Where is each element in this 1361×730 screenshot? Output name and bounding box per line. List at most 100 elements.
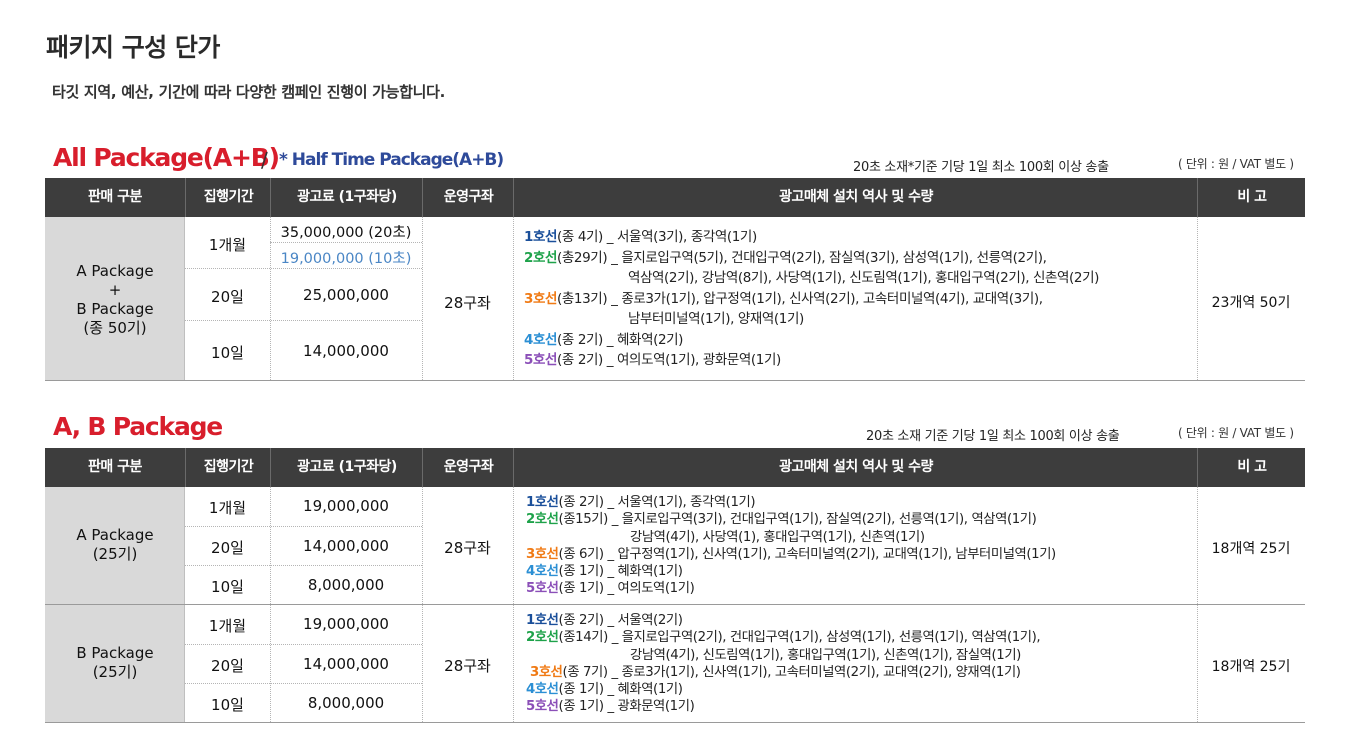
th-stations: 광고매체 설치 역사 및 수량 xyxy=(513,448,1198,487)
section1-half-title: * Half Time Package(A+B) xyxy=(279,150,504,170)
table-bottom-rule xyxy=(45,380,1305,381)
line-1-label: 1호선 xyxy=(526,495,559,510)
station-line-2: 2호선(총29기) _ 을지로입구역(5기), 건대입구역(2기), 잠실역(3… xyxy=(524,248,1099,269)
package-label-b: B Package (25기) xyxy=(45,644,185,682)
line-3-label: 3호선 xyxy=(526,546,559,562)
line-4-stations: (종 2기) _ 혜화역(2기) xyxy=(557,331,684,348)
period-1m: 1개월 xyxy=(208,617,247,635)
package-label: A Package + B Package (종 50기) xyxy=(45,262,185,338)
line-3-stations: (종 7기) _ 종로3가(1기), 신사역(1기), 고속터미널역(2기), … xyxy=(562,664,1021,680)
line-2-stations-cont: 역삼역(2기), 강남역(8기), 사당역(1기), 신도림역(1기), 홍대입… xyxy=(628,270,1099,286)
period-1m: 1개월 xyxy=(208,236,247,254)
line-5-stations: (종 2기) _ 여의도역(1기), 광화문역(1기) xyxy=(557,352,781,368)
line-5-label: 5호선 xyxy=(524,352,558,368)
line-1-stations: (종 4기) _ 서울역(3기), 종각역(1기) xyxy=(557,229,757,245)
divider xyxy=(270,487,271,722)
th-price: 광고료 (1구좌당) xyxy=(270,178,423,217)
line-3-stations: (총13기) _ 종로3가(1기), 압구정역(1기), 신사역(2기), 고속… xyxy=(557,290,1043,307)
price-10d: 14,000,000 xyxy=(303,342,389,360)
divider xyxy=(185,320,422,321)
divider xyxy=(1197,487,1198,722)
period-20d: 20일 xyxy=(211,657,244,675)
section1-unit: ( 단위 : 원 / VAT 별도 ) xyxy=(1178,157,1294,171)
ab-package-table: 판매 구분 집행기간 광고료 (1구좌당) 운영구좌 광고매체 설치 역사 및 … xyxy=(45,448,1305,724)
row-separator xyxy=(45,604,1305,605)
slots: 28구좌 xyxy=(444,294,491,312)
remark: 18개역 25기 xyxy=(1211,541,1291,557)
section1-title: All Package(A+B) xyxy=(53,143,280,172)
remark: 23개역 50기 xyxy=(1211,295,1291,311)
table-bottom-rule xyxy=(45,722,1305,723)
period-20d: 20일 xyxy=(211,539,244,557)
line-4-label: 4호선 xyxy=(526,564,559,580)
line-4-stations: (종 1기) _ 혜화역(1기) xyxy=(558,564,683,580)
station-line-3-cont: 남부터미널역(1기), 양재역(1기) xyxy=(524,309,1099,330)
th-remark: 비 고 xyxy=(1197,448,1306,487)
section2-unit: ( 단위 : 원 / VAT 별도 ) xyxy=(1178,426,1294,440)
period-20d: 20일 xyxy=(211,288,244,306)
line-5-label: 5호선 xyxy=(526,699,559,715)
line-2-stations: (종14기) _ 을지로입구역(2기), 건대입구역(1기), 삼성역(1기),… xyxy=(558,630,1041,646)
package-name-a: A Package xyxy=(76,262,154,280)
th-slots: 운영구좌 xyxy=(422,178,514,217)
line-5-stations: (종 1기) _ 여의도역(1기) xyxy=(558,581,695,597)
station-list-b: 1호선(종 2기) _ 서울역(2기) 2호선(종14기) _ 을지로입구역(2… xyxy=(526,612,1041,716)
table-header: 판매 구분 집행기간 광고료 (1구좌당) 운영구좌 광고매체 설치 역사 및 … xyxy=(45,448,1305,487)
line-5-stations: (종 1기) _ 광화문역(1기) xyxy=(558,699,695,715)
station-list: 1호선(종 4기) _ 서울역(3기), 종각역(1기) 2호선(총29기) _… xyxy=(524,227,1099,371)
divider xyxy=(513,487,514,722)
page-subtitle: 타깃 지역, 예산, 기간에 따라 다양한 캠페인 진행이 가능합니다. xyxy=(52,83,446,101)
line-1-stations: (종 2기) _ 서울역(2기) xyxy=(558,613,683,628)
period-10d: 10일 xyxy=(211,344,244,362)
section2-title: A, B Package xyxy=(53,412,223,441)
price-1m-20s: 35,000,000 (20초) xyxy=(280,225,412,241)
th-period: 집행기간 xyxy=(185,178,271,217)
period-10d: 10일 xyxy=(211,696,244,714)
line-3-stations-cont: 남부터미널역(1기), 양재역(1기) xyxy=(628,311,804,327)
price-1m: 19,000,000 xyxy=(303,615,389,633)
package-name: B Package xyxy=(76,644,154,662)
line-1-label: 1호선 xyxy=(524,229,558,245)
package-count: (종 50기) xyxy=(83,319,147,337)
divider xyxy=(185,268,422,269)
line-2-stations-cont: 강남역(4기), 사당역(1), 홍대입구역(1기), 신촌역(1기) xyxy=(630,529,925,545)
line-2-label: 2호선 xyxy=(524,249,558,266)
th-remark: 비 고 xyxy=(1197,178,1306,217)
line-3-stations: (종 6기) _ 압구정역(1기), 신사역(1기), 고속터미널역(2기), … xyxy=(558,546,1057,562)
table-header: 판매 구분 집행기간 광고료 (1구좌당) 운영구좌 광고매체 설치 역사 및 … xyxy=(45,178,1305,217)
remark: 18개역 25기 xyxy=(1211,659,1291,675)
price-20d: 14,000,000 xyxy=(303,655,389,673)
page-title: 패키지 구성 단가 xyxy=(46,33,220,62)
divider xyxy=(270,242,422,243)
period-1m: 1개월 xyxy=(208,499,247,517)
line-4-stations: (종 1기) _ 혜화역(1기) xyxy=(558,682,683,698)
price-10d: 8,000,000 xyxy=(307,694,385,712)
divider xyxy=(185,683,422,684)
line-3-label: 3호선 xyxy=(530,664,563,680)
line-2-label: 2호선 xyxy=(526,512,559,528)
line-4-label: 4호선 xyxy=(526,682,559,698)
section1-note: 20초 소재*기준 기당 1일 최소 100회 이상 송출 xyxy=(853,160,1109,175)
th-sales: 판매 구분 xyxy=(88,459,142,475)
line-2-stations: (종15기) _ 을지로입구역(3기), 건대입구역(1기), 잠실역(2기),… xyxy=(558,512,1037,528)
th-period: 집행기간 xyxy=(185,448,271,487)
line-1-stations: (종 2기) _ 서울역(1기), 종각역(1기) xyxy=(558,495,756,510)
package-name: A Package xyxy=(76,526,154,544)
station-line-4: 4호선(종 2기) _ 혜화역(2기) xyxy=(524,330,1099,351)
all-package-table: 판매 구분 집행기간 광고료 (1구좌당) 운영구좌 광고매체 설치 역사 및 … xyxy=(45,178,1305,382)
slots: 28구좌 xyxy=(444,657,491,675)
line-1-label: 1호선 xyxy=(526,613,559,628)
station-line-1: 1호선(종 4기) _ 서울역(3기), 종각역(1기) xyxy=(524,227,1099,248)
th-sales: 판매 구분 xyxy=(88,189,142,205)
package-plus: + xyxy=(108,281,122,299)
line-2-stations-cont: 강남역(4기), 신도림역(1기), 홍대입구역(1기), 신촌역(1기), 잠… xyxy=(630,647,1021,663)
price-20d: 25,000,000 xyxy=(303,286,389,304)
divider xyxy=(422,487,423,722)
package-label-a: A Package (25기) xyxy=(45,526,185,564)
period-10d: 10일 xyxy=(211,578,244,596)
package-count: (25기) xyxy=(92,663,138,681)
line-5-label: 5호선 xyxy=(526,581,559,597)
divider xyxy=(185,565,422,566)
section1-slash: / xyxy=(261,148,268,172)
line-3-label: 3호선 xyxy=(524,290,558,307)
